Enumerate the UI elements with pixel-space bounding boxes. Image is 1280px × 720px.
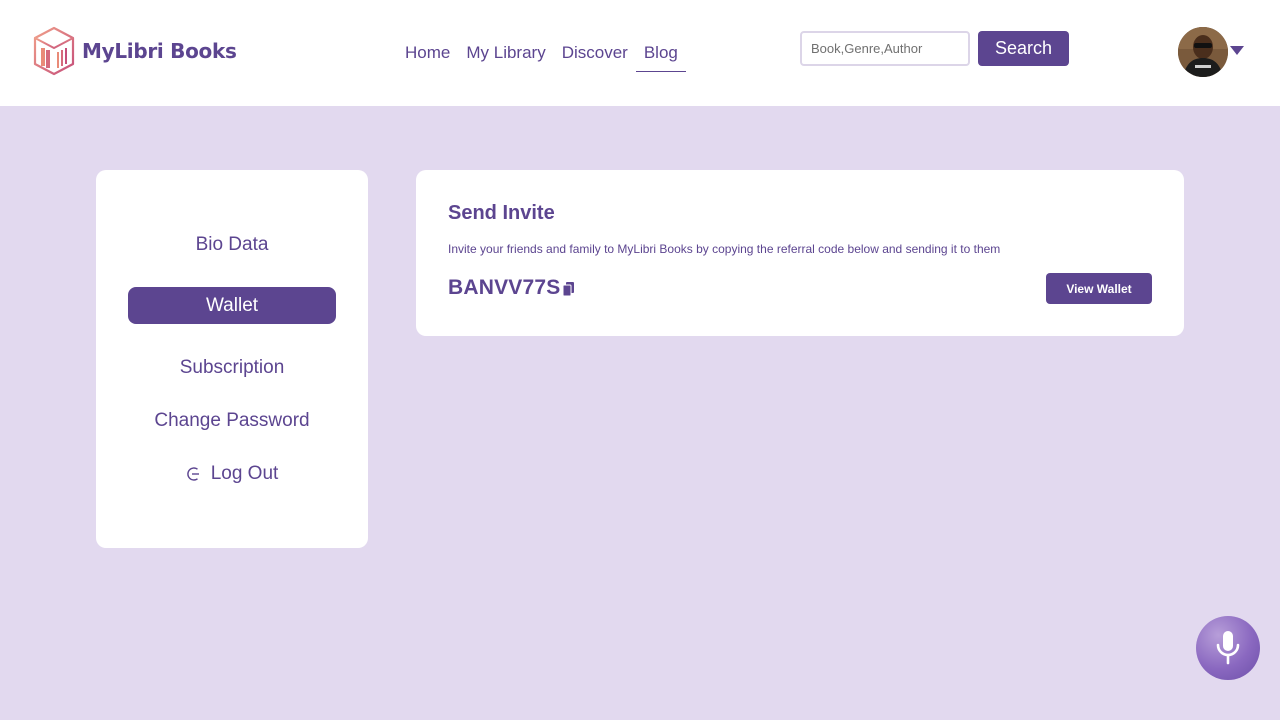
brand-logo[interactable]: MyLibri Books bbox=[32, 26, 237, 76]
logout-icon bbox=[186, 466, 199, 481]
sidebar-item-change-password[interactable]: Change Password bbox=[128, 402, 336, 439]
user-avatar[interactable] bbox=[1178, 27, 1228, 77]
invite-title: Send Invite bbox=[448, 202, 555, 224]
search-input[interactable] bbox=[800, 31, 970, 66]
nav-discover[interactable]: Discover bbox=[554, 40, 636, 72]
view-wallet-button[interactable]: View Wallet bbox=[1046, 273, 1152, 304]
settings-sidebar: Bio Data Wallet Subscription Change Pass… bbox=[96, 170, 368, 548]
log-out-label: Log Out bbox=[210, 463, 279, 484]
books-logo-icon bbox=[33, 26, 75, 76]
search-button[interactable]: Search bbox=[978, 31, 1069, 66]
referral-code: BANVV77S bbox=[448, 276, 561, 299]
nav-blog[interactable]: Blog bbox=[635, 40, 686, 72]
top-header: MyLibri Books Home My Library Discover B… bbox=[0, 0, 1280, 106]
nav-home[interactable]: Home bbox=[397, 40, 458, 72]
sidebar-item-subscription[interactable]: Subscription bbox=[128, 349, 336, 386]
nav-my-library[interactable]: My Library bbox=[458, 40, 553, 72]
caret-down-icon[interactable] bbox=[1230, 46, 1244, 55]
invite-description: Invite your friends and family to MyLibr… bbox=[448, 242, 1001, 256]
send-invite-card: Send Invite Invite your friends and fami… bbox=[416, 170, 1184, 336]
voice-search-button[interactable] bbox=[1196, 616, 1260, 680]
sidebar-item-wallet[interactable]: Wallet bbox=[128, 287, 336, 324]
copy-icon[interactable] bbox=[562, 281, 575, 297]
sidebar-item-bio-data[interactable]: Bio Data bbox=[128, 226, 336, 263]
referral-code-row: BANVV77S bbox=[448, 276, 575, 300]
microphone-icon bbox=[1216, 631, 1240, 665]
sidebar-item-log-out[interactable]: Log Out bbox=[128, 455, 336, 492]
avatar-photo bbox=[1178, 27, 1228, 77]
main-nav: Home My Library Discover Blog bbox=[397, 40, 686, 72]
brand-name: MyLibri Books bbox=[82, 39, 237, 63]
